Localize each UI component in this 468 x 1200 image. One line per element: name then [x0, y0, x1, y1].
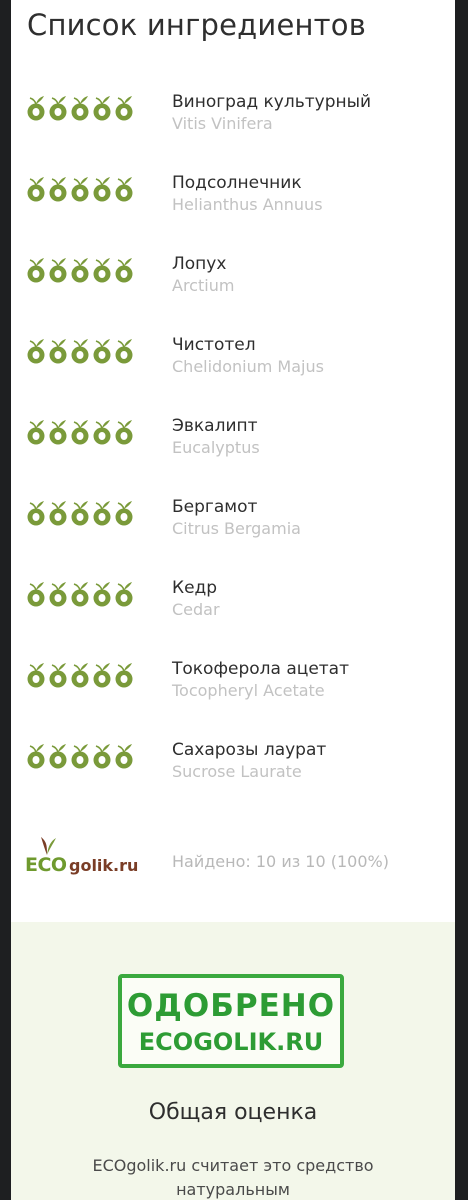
rating-olives: [25, 660, 135, 690]
olive-icon: [49, 96, 67, 121]
approved-stamp: ОДОБРЕНО ECOGOLIK.RU: [118, 974, 344, 1068]
ingredient-row[interactable]: Эвкалипт Eucalyptus: [11, 404, 455, 485]
olive-icon: [71, 501, 89, 526]
olive-icon: [71, 96, 89, 121]
rating-olives: [25, 336, 135, 366]
olive-icon: [27, 744, 45, 769]
olive-icon: [93, 258, 111, 283]
ingredient-row[interactable]: Кедр Cedar: [11, 566, 455, 647]
olive-icon: [49, 501, 67, 526]
olive-icon: [115, 339, 133, 364]
leaf-sprout-icon: [41, 837, 56, 855]
ingredient-row[interactable]: Сахарозы лаурат Sucrose Laurate: [11, 728, 455, 809]
olive-icon: [49, 177, 67, 202]
olive-icon: [115, 501, 133, 526]
ingredient-latin-name: Chelidonium Majus: [172, 357, 324, 376]
verdict-text: ECOgolik.ru считает это средство натурал…: [92, 1156, 374, 1199]
olive-icon: [27, 96, 45, 121]
olive-icon: [49, 582, 67, 607]
summary-row: ECO golik.ru Найдено: 10 из 10 (100%): [11, 820, 455, 910]
ingredient-name: Бергамот: [172, 497, 258, 517]
olive-icon: [27, 420, 45, 445]
olive-icon: [93, 744, 111, 769]
olive-icon: [71, 420, 89, 445]
olive-icon: [71, 258, 89, 283]
ingredient-name: Виноград культурный: [172, 92, 372, 112]
olive-icon: [93, 96, 111, 121]
ingredient-list: Виноград культурный Vitis Vinifera Подсолн…: [11, 80, 455, 809]
ingredient-name: Токоферола ацетат: [172, 659, 349, 679]
olive-icon: [49, 420, 67, 445]
ingredient-latin-name: Sucrose Laurate: [172, 762, 302, 781]
ingredient-row[interactable]: Токоферола ацетат Tocopheryl Acetate: [11, 647, 455, 728]
ingredient-name: Чистотел: [172, 335, 256, 355]
ingredient-name: Лопух: [172, 254, 227, 274]
rating-olives: [25, 93, 135, 123]
olive-icon: [49, 663, 67, 688]
ingredient-name: Эвкалипт: [172, 416, 258, 436]
ingredient-latin-name: Helianthus Annuus: [172, 195, 323, 214]
rating-olives: [25, 174, 135, 204]
ingredients-panel: Список ингредиентов Виноград культурный V…: [11, 0, 455, 1200]
olive-icon: [27, 501, 45, 526]
olive-icon: [27, 582, 45, 607]
olive-icon: [27, 258, 45, 283]
olive-icon: [93, 177, 111, 202]
olive-icon: [115, 744, 133, 769]
rating-olives: [25, 579, 135, 609]
olive-icon: [27, 339, 45, 364]
rating-olives: [25, 255, 135, 285]
found-count: Найдено: 10 из 10 (100%): [172, 852, 389, 871]
olive-icon: [93, 501, 111, 526]
olive-icon: [71, 177, 89, 202]
olive-icon: [115, 258, 133, 283]
olive-icon: [115, 177, 133, 202]
olive-icon: [115, 96, 133, 121]
overall-rating-label: Общая оценка: [148, 1100, 318, 1125]
ingredient-row[interactable]: Чистотел Chelidonium Majus: [11, 323, 455, 404]
ingredient-name: Сахарозы лаурат: [172, 740, 327, 760]
page-title: Список ингредиентов: [27, 8, 366, 42]
olive-icon: [71, 582, 89, 607]
ingredient-row[interactable]: Виноград культурный Vitis Vinifera: [11, 80, 455, 161]
olive-icon: [71, 663, 89, 688]
ingredient-latin-name: Vitis Vinifera: [172, 114, 273, 133]
olive-icon: [49, 339, 67, 364]
ingredient-latin-name: Arctium: [172, 276, 235, 295]
ingredient-row[interactable]: Лопух Arctium: [11, 242, 455, 323]
olive-icon: [93, 663, 111, 688]
ecogolik-logo: ECO golik.ru: [25, 834, 145, 882]
olive-icon: [93, 582, 111, 607]
ingredient-latin-name: Eucalyptus: [172, 438, 260, 457]
olive-icon: [115, 663, 133, 688]
ingredient-row[interactable]: Бергамот Citrus Bergamia: [11, 485, 455, 566]
olive-icon: [93, 420, 111, 445]
olive-icon: [27, 663, 45, 688]
rating-olives: [25, 417, 135, 447]
olive-icon: [27, 177, 45, 202]
olive-icon: [93, 339, 111, 364]
rating-olives: [25, 498, 135, 528]
olive-icon: [71, 339, 89, 364]
ingredient-name: Кедр: [172, 578, 218, 598]
olive-icon: [71, 744, 89, 769]
olive-icon: [115, 420, 133, 445]
ingredient-latin-name: Tocopheryl Acetate: [172, 681, 325, 700]
olive-icon: [49, 744, 67, 769]
olive-icon: [115, 582, 133, 607]
olive-icon: [49, 258, 67, 283]
ingredient-latin-name: Cedar: [172, 600, 220, 619]
ingredient-row[interactable]: Подсолнечник Helianthus Annuus: [11, 161, 455, 242]
rating-olives: [25, 741, 135, 771]
ingredient-latin-name: Citrus Bergamia: [172, 519, 301, 538]
ingredient-name: Подсолнечник: [172, 173, 302, 193]
approval-section: ОДОБРЕНО ECOGOLIK.RU Общая оценка ECOgol…: [11, 922, 455, 1200]
